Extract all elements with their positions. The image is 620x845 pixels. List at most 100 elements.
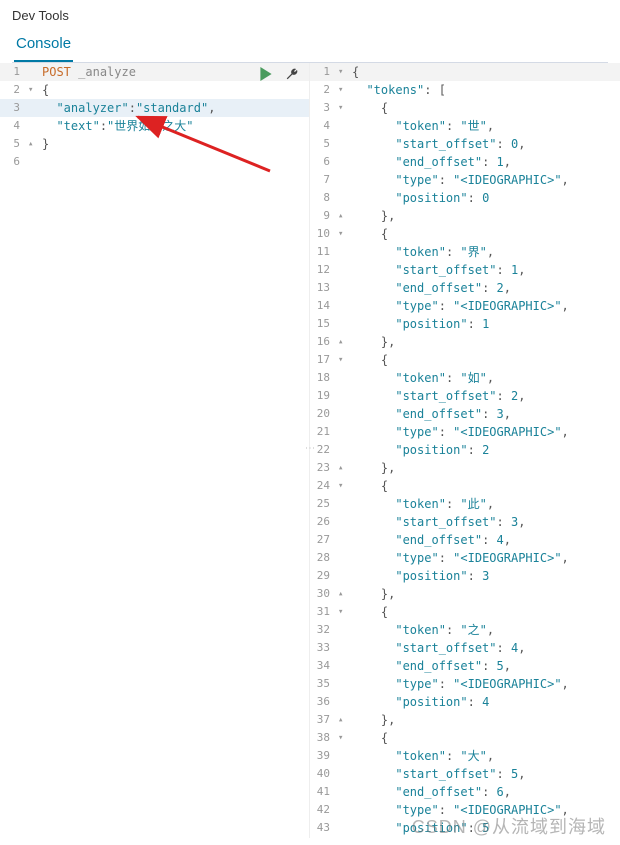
request-panel[interactable]: 1POST _analyze2▾{3 "analyzer":"standard"…	[0, 63, 310, 838]
line-number: 6	[0, 153, 28, 171]
code-line[interactable]: 3 "analyzer":"standard",	[0, 99, 309, 117]
line-number: 1	[0, 63, 28, 81]
tab-console[interactable]: Console	[14, 29, 73, 62]
fold-gutter-icon[interactable]: ▾	[338, 603, 350, 621]
code-content: "start_offset": 4,	[350, 639, 620, 657]
fold-gutter-icon[interactable]: ▾	[338, 81, 350, 99]
code-line[interactable]: 23▴ },	[310, 459, 620, 477]
code-line[interactable]: 5▴}	[0, 135, 309, 153]
fold-gutter-icon[interactable]: ▾	[338, 225, 350, 243]
line-number: 23	[310, 459, 338, 477]
code-line[interactable]: 5 "start_offset": 0,	[310, 135, 620, 153]
code-content: {	[350, 477, 620, 495]
code-line[interactable]: 34 "end_offset": 5,	[310, 657, 620, 675]
code-line[interactable]: 17▾ {	[310, 351, 620, 369]
code-content: },	[350, 585, 620, 603]
code-line[interactable]: 41 "end_offset": 6,	[310, 783, 620, 801]
code-line[interactable]: 15 "position": 1	[310, 315, 620, 333]
fold-gutter-icon	[338, 171, 350, 189]
code-line[interactable]: 44▴ }	[310, 837, 620, 838]
code-line[interactable]: 1▾{	[310, 63, 620, 81]
fold-gutter-icon	[338, 747, 350, 765]
code-line[interactable]: 29 "position": 3	[310, 567, 620, 585]
wrench-icon[interactable]	[283, 65, 301, 83]
code-content: "type": "<IDEOGRAPHIC>",	[350, 675, 620, 693]
fold-gutter-icon[interactable]: ▴	[338, 333, 350, 351]
fold-gutter-icon	[338, 315, 350, 333]
code-line[interactable]: 4 "token": "世",	[310, 117, 620, 135]
code-line[interactable]: 32 "token": "之",	[310, 621, 620, 639]
fold-gutter-icon[interactable]: ▴	[28, 135, 40, 153]
code-content: {	[40, 81, 309, 99]
code-line[interactable]: 21 "type": "<IDEOGRAPHIC>",	[310, 423, 620, 441]
code-line[interactable]: 35 "type": "<IDEOGRAPHIC>",	[310, 675, 620, 693]
fold-gutter-icon[interactable]: ▾	[338, 99, 350, 117]
code-line[interactable]: 33 "start_offset": 4,	[310, 639, 620, 657]
code-content: "position": 1	[350, 315, 620, 333]
code-line[interactable]: 6	[0, 153, 309, 171]
code-line[interactable]: 14 "type": "<IDEOGRAPHIC>",	[310, 297, 620, 315]
line-number: 43	[310, 819, 338, 837]
fold-gutter-icon[interactable]: ▾	[338, 477, 350, 495]
code-line[interactable]: 4 "text":"世界如此之大"	[0, 117, 309, 135]
code-line[interactable]: 20 "end_offset": 3,	[310, 405, 620, 423]
code-content: "start_offset": 3,	[350, 513, 620, 531]
code-line[interactable]: 18 "token": "如",	[310, 369, 620, 387]
play-icon[interactable]	[257, 65, 275, 83]
line-number: 2	[310, 81, 338, 99]
code-content: }	[40, 135, 309, 153]
code-line[interactable]: 42 "type": "<IDEOGRAPHIC>",	[310, 801, 620, 819]
fold-gutter-icon[interactable]: ▾	[338, 729, 350, 747]
code-line[interactable]: 25 "token": "此",	[310, 495, 620, 513]
code-line[interactable]: 37▴ },	[310, 711, 620, 729]
code-line[interactable]: 31▾ {	[310, 603, 620, 621]
code-line[interactable]: 39 "token": "大",	[310, 747, 620, 765]
code-line[interactable]: 11 "token": "界",	[310, 243, 620, 261]
fold-gutter-icon	[338, 531, 350, 549]
line-number: 37	[310, 711, 338, 729]
fold-gutter-icon[interactable]: ▴	[338, 459, 350, 477]
code-line[interactable]: 43 "position": 5	[310, 819, 620, 837]
code-content: "end_offset": 2,	[350, 279, 620, 297]
code-line[interactable]: 6 "end_offset": 1,	[310, 153, 620, 171]
code-line[interactable]: 3▾ {	[310, 99, 620, 117]
code-line[interactable]: 13 "end_offset": 2,	[310, 279, 620, 297]
fold-gutter-icon[interactable]: ▴	[338, 207, 350, 225]
fold-gutter-icon	[338, 405, 350, 423]
fold-gutter-icon	[338, 819, 350, 837]
code-content: "end_offset": 3,	[350, 405, 620, 423]
code-line[interactable]: 9▴ },	[310, 207, 620, 225]
code-line[interactable]: 36 "position": 4	[310, 693, 620, 711]
code-line[interactable]: 10▾ {	[310, 225, 620, 243]
fold-gutter-icon	[338, 369, 350, 387]
code-line[interactable]: 16▴ },	[310, 333, 620, 351]
code-line[interactable]: 2▾{	[0, 81, 309, 99]
code-line[interactable]: 28 "type": "<IDEOGRAPHIC>",	[310, 549, 620, 567]
code-line[interactable]: 8 "position": 0	[310, 189, 620, 207]
code-line[interactable]: 22 "position": 2	[310, 441, 620, 459]
line-number: 28	[310, 549, 338, 567]
fold-gutter-icon[interactable]: ▾	[338, 351, 350, 369]
code-line[interactable]: 2▾ "tokens": [	[310, 81, 620, 99]
code-line[interactable]: 27 "end_offset": 4,	[310, 531, 620, 549]
code-line[interactable]: 38▾ {	[310, 729, 620, 747]
code-content: }	[350, 837, 620, 838]
code-line[interactable]: 24▾ {	[310, 477, 620, 495]
code-line[interactable]: 30▴ },	[310, 585, 620, 603]
code-line[interactable]: 19 "start_offset": 2,	[310, 387, 620, 405]
code-line[interactable]: 26 "start_offset": 3,	[310, 513, 620, 531]
code-line[interactable]: 40 "start_offset": 5,	[310, 765, 620, 783]
fold-gutter-icon[interactable]: ▴	[338, 837, 350, 838]
code-line[interactable]: 7 "type": "<IDEOGRAPHIC>",	[310, 171, 620, 189]
line-number: 7	[310, 171, 338, 189]
code-line[interactable]: 12 "start_offset": 1,	[310, 261, 620, 279]
fold-gutter-icon[interactable]: ▴	[338, 585, 350, 603]
panels: 1POST _analyze2▾{3 "analyzer":"standard"…	[0, 63, 620, 838]
fold-gutter-icon	[338, 783, 350, 801]
code-content: "position": 2	[350, 441, 620, 459]
fold-gutter-icon[interactable]: ▾	[28, 81, 40, 99]
fold-gutter-icon[interactable]: ▴	[338, 711, 350, 729]
drag-handle-icon[interactable]: ⋮	[304, 443, 315, 452]
fold-gutter-icon[interactable]: ▾	[338, 63, 350, 81]
response-panel[interactable]: 1▾{2▾ "tokens": [3▾ {4 "token": "世",5 "s…	[310, 63, 620, 838]
